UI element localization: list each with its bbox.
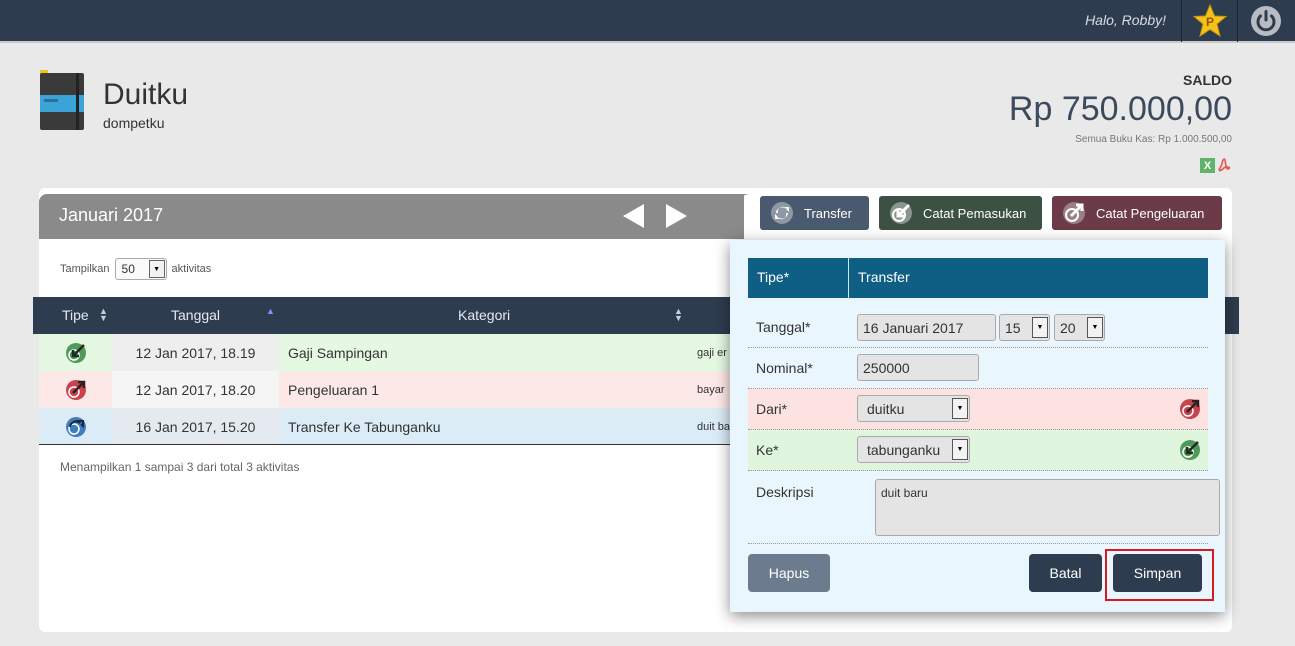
row-type-cell	[39, 371, 112, 408]
table-row[interactable]: 12 Jan 2017, 18.20 Pengeluaran 1 bayar	[39, 371, 739, 408]
row-category: Pengeluaran 1	[288, 381, 380, 398]
income-icon	[65, 342, 86, 363]
sort-both-icon[interactable]: ▲ ▼	[99, 307, 108, 323]
column-header-kategori[interactable]: Kategori	[458, 307, 510, 323]
premium-letter: P	[1206, 15, 1214, 29]
from-row: Dari* duitku ▼	[748, 389, 1208, 430]
table-row[interactable]: 12 Jan 2017, 18.19 Gaji Sampingan gaji e…	[39, 334, 739, 371]
premium-button[interactable]: P	[1183, 0, 1237, 42]
date-row: Tanggal* 16 Januari 2017 15 ▼ 20 ▼	[748, 306, 1208, 348]
amount-value: 250000	[863, 360, 910, 376]
period-bar-curve	[690, 194, 750, 239]
column-header-tipe[interactable]: Tipe	[62, 307, 89, 323]
chevron-down-icon: ▼	[952, 439, 968, 460]
income-icon	[890, 202, 912, 224]
page-size-select[interactable]: 50 ▼	[114, 258, 167, 280]
form-type-header: Tipe* Transfer	[748, 258, 1208, 298]
minute-value: 20	[1060, 320, 1076, 336]
table-bottom-rule	[39, 444, 739, 445]
cancel-button[interactable]: Batal	[1029, 554, 1102, 592]
show-suffix: aktivitas	[171, 263, 212, 275]
balance-value: Rp 750.000,00	[1008, 90, 1232, 128]
date-value: 16 Januari 2017	[863, 320, 964, 336]
from-account-select[interactable]: duitku ▼	[857, 395, 970, 422]
page-size-value: 50	[121, 262, 135, 276]
save-highlight-box	[1105, 549, 1214, 601]
next-month-arrow[interactable]	[664, 203, 688, 229]
description-textarea[interactable]: duit baru	[875, 479, 1220, 536]
hour-select[interactable]: 15 ▼	[999, 314, 1050, 341]
export-pdf-button[interactable]	[1217, 158, 1232, 173]
chevron-down-icon: ▼	[148, 260, 165, 278]
prev-month-arrow[interactable]	[622, 203, 646, 229]
logout-button[interactable]	[1239, 0, 1293, 42]
transfer-button[interactable]: Transfer	[760, 196, 869, 230]
cashbook-icon	[40, 70, 84, 130]
top-navbar: Halo, Robby! P	[0, 0, 1295, 43]
page-size-control: Tampilkan 50 ▼ aktivitas	[60, 258, 211, 280]
user-greeting: Halo, Robby!	[1085, 12, 1166, 28]
expense-icon	[65, 379, 86, 400]
edit-transaction-popup: Tipe* Transfer Tanggal* 16 Januari 2017 …	[730, 240, 1225, 612]
row-category: Transfer Ke Tabunganku	[288, 418, 441, 435]
all-books-balance: Semua Buku Kas: Rp 1.000.500,00	[1075, 134, 1232, 145]
cashbook-title: Duitku	[103, 78, 189, 111]
row-date: 12 Jan 2017, 18.20	[112, 371, 279, 408]
amount-row: Nominal* 250000	[748, 348, 1208, 389]
row-category: Gaji Sampingan	[288, 344, 388, 361]
row-type-cell	[39, 334, 112, 371]
chevron-down-icon: ▼	[952, 398, 968, 419]
power-icon	[1251, 6, 1281, 36]
amount-input[interactable]: 250000	[857, 354, 979, 381]
description-value: duit baru	[881, 486, 928, 500]
column-header-tanggal[interactable]: Tanggal	[171, 307, 220, 323]
type-value: Transfer	[858, 269, 910, 285]
to-label: Ke*	[756, 442, 779, 458]
to-account-select[interactable]: tabunganku ▼	[857, 436, 970, 463]
type-label: Tipe*	[757, 269, 790, 285]
balance-label: SALDO	[1183, 72, 1232, 88]
row-date: 12 Jan 2017, 18.19	[112, 334, 279, 371]
chevron-down-icon: ▼	[1087, 317, 1103, 338]
description-row: Deskripsi duit baru	[748, 471, 1220, 544]
to-account-value: tabunganku	[867, 442, 941, 458]
divider	[1237, 0, 1238, 42]
transfer-icon	[65, 416, 86, 437]
from-account-value: duitku	[867, 401, 905, 417]
transfer-button-label: Transfer	[804, 205, 852, 221]
sort-both-icon[interactable]: ▲ ▼	[674, 307, 683, 323]
chevron-down-icon: ▼	[1032, 317, 1048, 338]
export-excel-button[interactable]: X	[1200, 158, 1215, 173]
period-label: Januari 2017	[59, 205, 164, 225]
row-date: 16 Jan 2017, 15.20	[112, 408, 279, 445]
to-row: Ke* tabunganku ▼	[748, 430, 1208, 471]
expense-icon	[1063, 202, 1085, 224]
delete-button[interactable]: Hapus	[748, 554, 830, 592]
sort-asc-icon[interactable]: ▲	[266, 307, 275, 316]
add-expense-button[interactable]: Catat Pengeluaran	[1052, 196, 1222, 230]
minute-select[interactable]: 20 ▼	[1054, 314, 1105, 341]
date-label: Tanggal*	[756, 319, 811, 335]
add-income-button[interactable]: Catat Pemasukan	[879, 196, 1042, 230]
row-type-cell	[39, 408, 112, 445]
table-info: Menampilkan 1 sampai 3 dari total 3 akti…	[60, 460, 300, 474]
table-row[interactable]: 16 Jan 2017, 15.20 Transfer Ke Tabungank…	[39, 408, 739, 445]
excel-icon: X	[1203, 159, 1212, 172]
amount-label: Nominal*	[756, 360, 813, 376]
cashbook-subtitle: dompetku	[103, 115, 165, 131]
expense-icon	[1180, 399, 1200, 419]
from-label: Dari*	[756, 401, 788, 417]
show-prefix: Tampilkan	[60, 263, 110, 275]
divider	[1181, 0, 1182, 42]
date-field[interactable]: 16 Januari 2017	[857, 314, 996, 341]
transfer-icon	[771, 202, 793, 224]
add-expense-label: Catat Pengeluaran	[1096, 205, 1205, 221]
hour-value: 15	[1005, 320, 1021, 336]
description-label: Deskripsi	[756, 484, 814, 500]
premium-star-icon: P	[1192, 3, 1228, 38]
divider	[848, 258, 849, 298]
pdf-icon	[1218, 158, 1231, 172]
income-icon	[1180, 440, 1200, 460]
add-income-label: Catat Pemasukan	[923, 205, 1027, 221]
